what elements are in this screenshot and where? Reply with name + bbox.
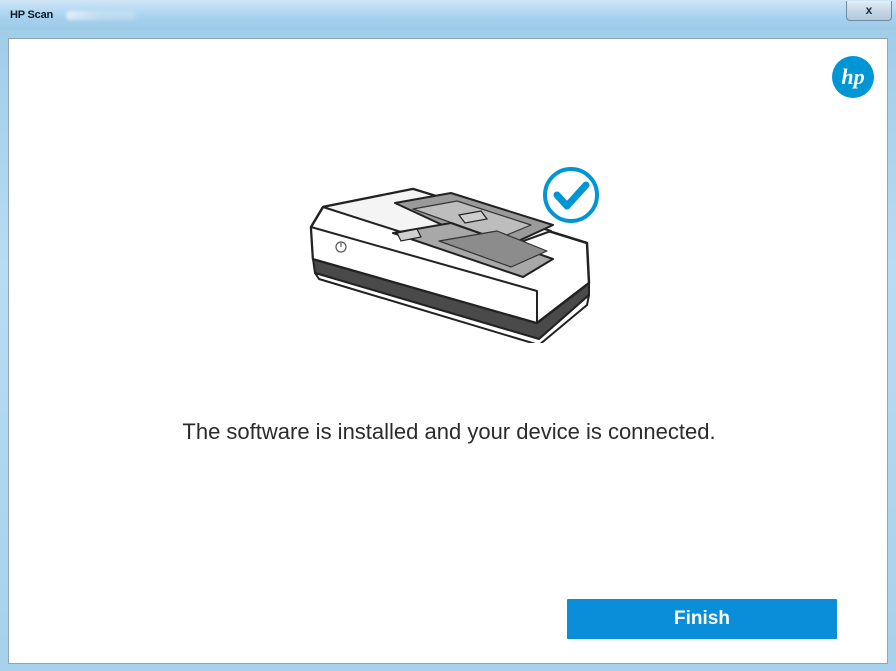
close-button[interactable]: x (846, 1, 892, 21)
hp-scan-window: HP Scan x hp The software is installed a… (0, 0, 896, 671)
title-bar[interactable]: HP Scan x (0, 0, 896, 30)
finish-button[interactable]: Finish (567, 599, 837, 639)
status-message: The software is installed and your devic… (182, 419, 716, 444)
window-title: HP Scan (10, 9, 54, 21)
blurred-title-detail (66, 11, 136, 20)
svg-text:hp: hp (841, 64, 864, 89)
scanner-with-checkmark-icon (309, 167, 599, 343)
content-panel: hp The software is installed and your de… (8, 38, 888, 664)
hp-logo-icon: hp (832, 56, 874, 98)
